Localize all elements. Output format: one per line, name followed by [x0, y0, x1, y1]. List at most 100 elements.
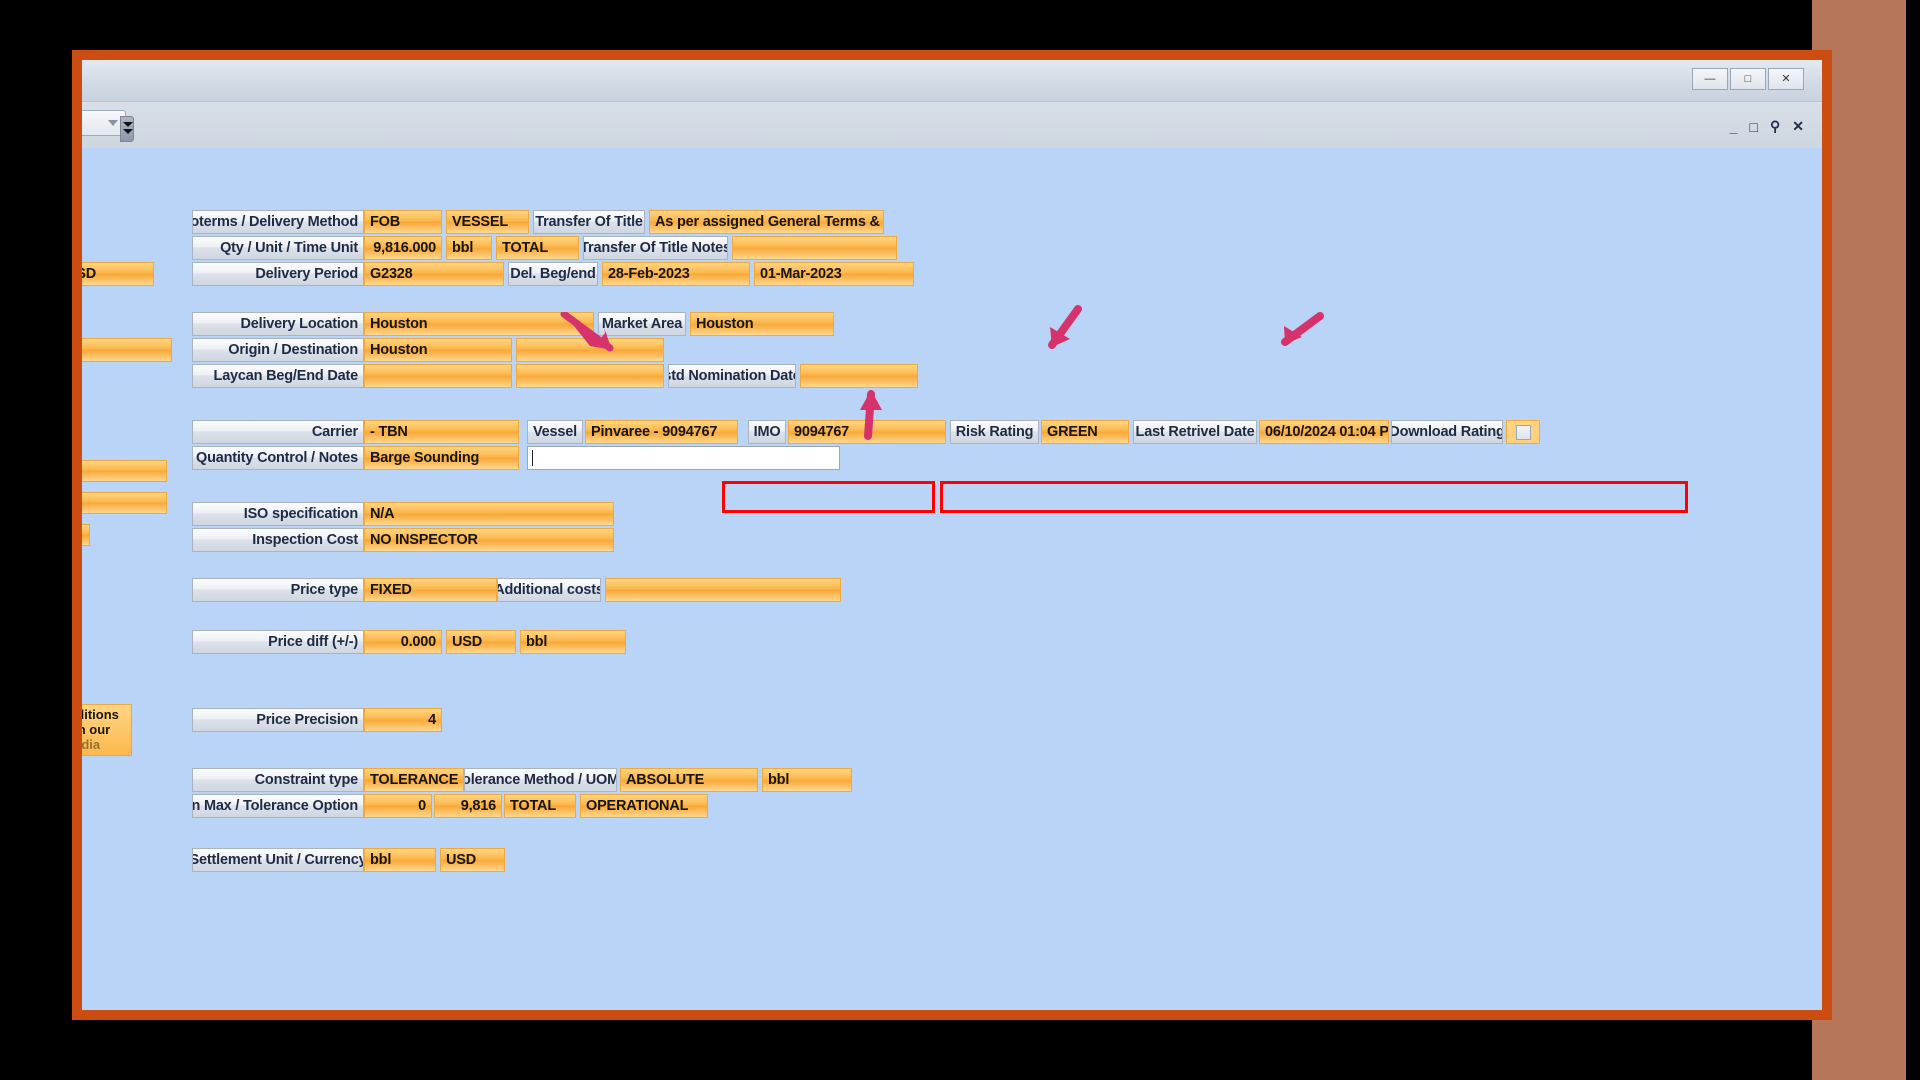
- imo-label: IMO: [748, 420, 786, 444]
- mdi-restore-button[interactable]: □: [1750, 119, 1758, 135]
- tolerance-method-value[interactable]: ABSOLUTE: [620, 768, 758, 792]
- price-type-label: Price type: [192, 578, 364, 602]
- row-inspection-cost: Inspection Cost NO INSPECTOR: [192, 528, 614, 552]
- min-max-tolerance-label: 1in Max / Tolerance Option: [192, 794, 364, 818]
- price-precision-label: Price Precision: [192, 708, 364, 732]
- carrier-label: Carrier: [192, 420, 364, 444]
- std-nomination-date-label: std Nomination Date: [668, 364, 796, 388]
- right-edge-black-strip: [1906, 0, 1920, 1080]
- checkbox-icon: [1516, 425, 1531, 440]
- carrier-value[interactable]: - TBN: [364, 420, 519, 444]
- arrow-pointer-notes: [840, 380, 900, 440]
- additional-costs-value[interactable]: [605, 578, 841, 602]
- vessel-value[interactable]: Pinvaree - 9094767: [585, 420, 738, 444]
- row-delivery-period: Delivery Period G2328 Del. Beg/end 28-Fe…: [192, 262, 914, 286]
- stub-terms-textarea[interactable]: Conditions ed on our ith a dia: [82, 704, 132, 756]
- row-delivery-location: Delivery Location Houston Market Area Ho…: [192, 312, 834, 336]
- last-retrieval-date-label: Last Retrivel Date: [1133, 420, 1257, 444]
- laycan-label: Laycan Beg/End Date: [192, 364, 364, 388]
- quantity-control-notes-input[interactable]: [527, 446, 840, 470]
- window-controls: — □ ✕: [1692, 68, 1804, 90]
- constraint-type-label: Constraint type: [192, 768, 364, 792]
- row-min-max-tolerance: 1in Max / Tolerance Option 0 9,816 TOTAL…: [192, 794, 708, 818]
- delivery-method-value[interactable]: VESSEL: [446, 210, 529, 234]
- price-diff-unit[interactable]: bbl: [520, 630, 626, 654]
- qty-label: Qty / Unit / Time Unit: [192, 236, 364, 260]
- iso-specification-value[interactable]: N/A: [364, 502, 614, 526]
- mdi-pin-button[interactable]: ⚲: [1770, 118, 1780, 135]
- qty-value[interactable]: 9,816.000: [364, 236, 442, 260]
- stub-currency-usd[interactable]: USD: [82, 262, 154, 286]
- overflow-arrow-icon-bottom: [123, 129, 133, 134]
- download-rating-label: Download Rating: [1391, 420, 1503, 444]
- row-constraint-type: Constraint type TOLERANCE olerance Metho…: [192, 768, 852, 792]
- inspection-cost-value[interactable]: NO INSPECTOR: [364, 528, 614, 552]
- delivery-begin-value[interactable]: 28-Feb-2023: [602, 262, 750, 286]
- quantity-control-value[interactable]: Barge Sounding: [364, 446, 519, 470]
- last-retrieval-date-value[interactable]: 06/10/2024 01:04 P: [1259, 420, 1389, 444]
- stub-field-1[interactable]: [82, 338, 172, 362]
- application-window: — □ ✕ _ □ ⚲ ✕ coterms / Delivery Method …: [82, 60, 1822, 1010]
- price-precision-value[interactable]: 4: [364, 708, 442, 732]
- mdi-child-controls: _ □ ⚲ ✕: [1730, 118, 1804, 135]
- inspection-cost-label: Inspection Cost: [192, 528, 364, 552]
- row-settlement: Settlement Unit / Currency bbl USD: [192, 848, 505, 872]
- row-price-precision: Price Precision 4: [192, 708, 442, 732]
- stub-terms-line-2: ed on our: [82, 722, 128, 737]
- min-max-total-value[interactable]: TOTAL: [504, 794, 576, 818]
- delivery-location-label: Delivery Location: [192, 312, 364, 336]
- stub-field-4[interactable]: [82, 524, 90, 546]
- delivery-period-label: Delivery Period: [192, 262, 364, 286]
- origin-value[interactable]: Houston: [364, 338, 512, 362]
- stub-field-2[interactable]: [82, 460, 167, 482]
- row-iso-specification: ISO specification N/A: [192, 502, 614, 526]
- incoterms-value[interactable]: FOB: [364, 210, 442, 234]
- window-titlebar: — □ ✕: [82, 60, 1822, 102]
- arrow-pointer-last-retrieval: [1265, 310, 1335, 350]
- laycan-begin-value[interactable]: [364, 364, 512, 388]
- close-button[interactable]: ✕: [1768, 68, 1804, 90]
- mdi-minimize-button[interactable]: _: [1730, 119, 1738, 135]
- delivery-period-value[interactable]: G2328: [364, 262, 504, 286]
- min-value[interactable]: 0: [364, 794, 432, 818]
- price-type-value[interactable]: FIXED: [364, 578, 497, 602]
- laycan-end-value[interactable]: [516, 364, 664, 388]
- max-value[interactable]: 9,816: [434, 794, 502, 818]
- stub-field-3[interactable]: [82, 492, 167, 514]
- settlement-currency-value[interactable]: USD: [440, 848, 505, 872]
- stub-terms-line-3: ith a dia: [82, 737, 128, 752]
- transfer-of-title-notes-value[interactable]: [732, 236, 897, 260]
- toolbar-overflow-button[interactable]: [120, 116, 134, 142]
- delivery-end-value[interactable]: 01-Mar-2023: [754, 262, 914, 286]
- transfer-of-title-value[interactable]: As per assigned General Terms & Conditio…: [649, 210, 884, 234]
- quantity-control-label: Quantity Control / Notes: [192, 446, 364, 470]
- tolerance-uom-value[interactable]: bbl: [762, 768, 852, 792]
- risk-rating-label: Risk Rating: [950, 420, 1039, 444]
- row-laycan: Laycan Beg/End Date std Nomination Date: [192, 364, 918, 388]
- incoterms-label: coterms / Delivery Method: [192, 210, 364, 234]
- text-caret: [532, 450, 533, 466]
- chevron-down-icon: [108, 120, 118, 126]
- iso-specification-label: ISO specification: [192, 502, 364, 526]
- minimize-button[interactable]: —: [1692, 68, 1728, 90]
- maximize-button[interactable]: □: [1730, 68, 1766, 90]
- del-beg-end-label: Del. Beg/end: [508, 262, 598, 286]
- row-incoterms: coterms / Delivery Method FOB VESSEL Tra…: [192, 210, 884, 234]
- market-area-value[interactable]: Houston: [690, 312, 834, 336]
- constraint-type-value[interactable]: TOLERANCE: [364, 768, 464, 792]
- mdi-close-button[interactable]: ✕: [1792, 118, 1804, 135]
- settlement-label: Settlement Unit / Currency: [192, 848, 364, 872]
- qty-time-unit-value[interactable]: TOTAL: [496, 236, 579, 260]
- row-price-diff: Price diff (+/-) 0.000 USD bbl: [192, 630, 626, 654]
- transfer-of-title-notes-label: Transfer Of Title Notes: [583, 236, 728, 260]
- price-diff-amount[interactable]: 0.000: [364, 630, 442, 654]
- qty-unit-value[interactable]: bbl: [446, 236, 492, 260]
- download-rating-checkbox[interactable]: [1506, 420, 1540, 444]
- transfer-of-title-label: Transfer Of Title: [533, 210, 645, 234]
- tolerance-option-value[interactable]: OPERATIONAL: [580, 794, 708, 818]
- price-diff-currency[interactable]: USD: [446, 630, 516, 654]
- settlement-unit-value[interactable]: bbl: [364, 848, 436, 872]
- arrow-pointer-imo: [1030, 305, 1100, 355]
- risk-rating-value[interactable]: GREEN: [1041, 420, 1129, 444]
- row-quantity: Qty / Unit / Time Unit 9,816.000 bbl TOT…: [192, 236, 897, 260]
